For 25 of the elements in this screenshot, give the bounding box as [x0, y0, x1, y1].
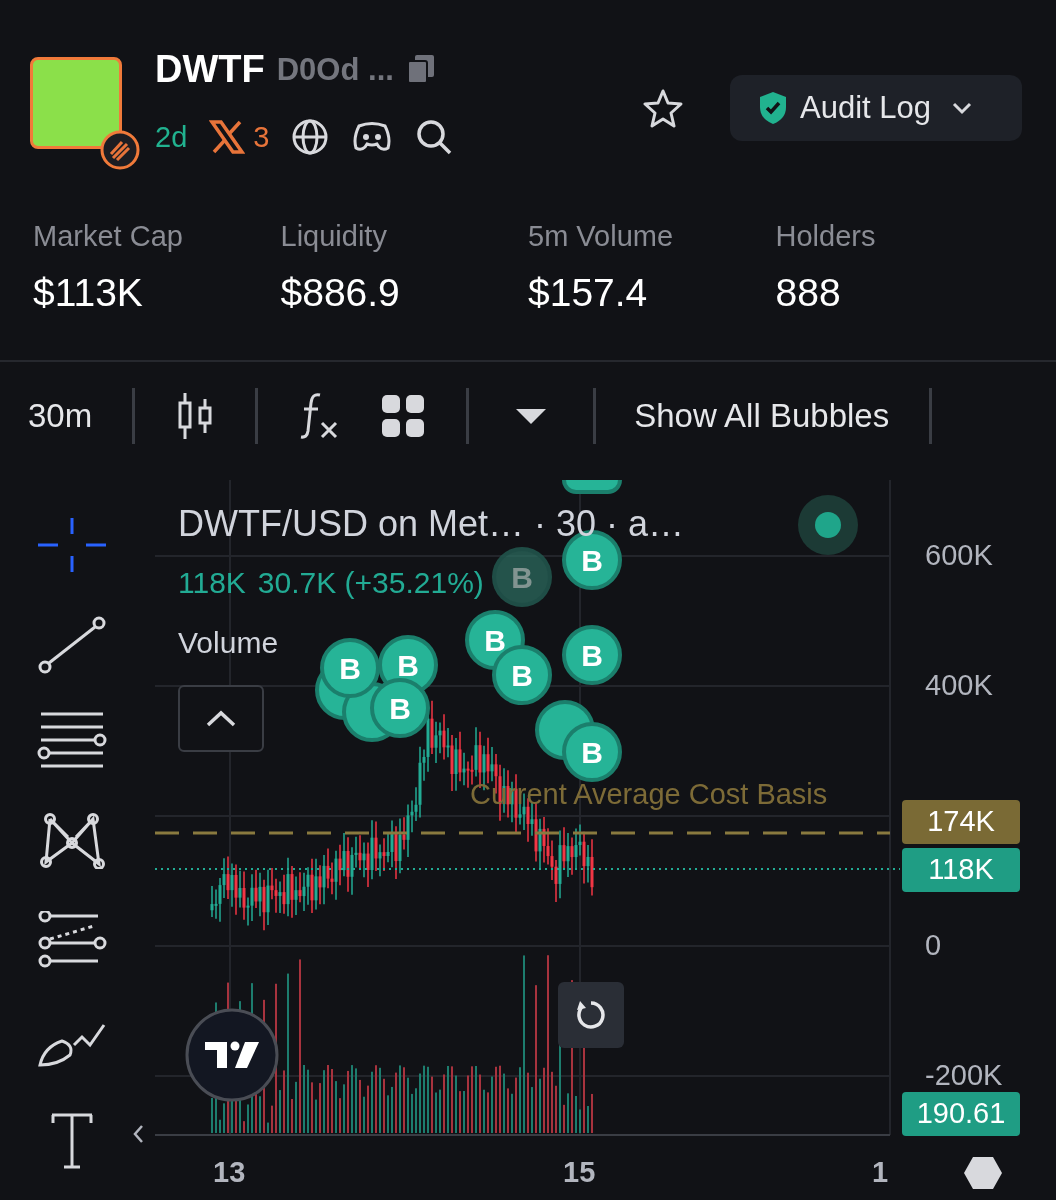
stat-label: Liquidity: [280, 222, 388, 251]
stat-label: 5m Volume: [528, 222, 675, 251]
y-axis-label: 400K: [925, 671, 993, 700]
stat-label: Market Cap: [33, 222, 184, 251]
token-age: 2d: [155, 122, 188, 152]
y-axis-label: 600K: [925, 541, 993, 570]
y-axis-label: -200K: [925, 1061, 1003, 1090]
x-axis-label: 13: [213, 1158, 246, 1187]
cost-basis-tag: 174K: [902, 800, 1020, 844]
x-axis-label: 1: [872, 1158, 889, 1187]
token-address: D0Od ...: [276, 53, 394, 85]
price-tag: 118K: [902, 848, 1020, 892]
stat-value: $886.9: [280, 273, 401, 312]
x-mention-count: 3: [253, 122, 270, 152]
token-symbol: DWTF: [155, 50, 265, 88]
stat-value: $113K: [33, 273, 144, 312]
volume-tag: 190.61: [902, 1092, 1020, 1136]
x-axis-label: 15: [563, 1158, 596, 1187]
last-price: 118K: [178, 568, 246, 598]
stat-value: 888: [775, 273, 842, 312]
volume-label: Volume: [178, 628, 279, 658]
stat-value: $157.4: [528, 273, 649, 312]
price-change: 30.7K (+35.21%): [257, 568, 484, 598]
stat-label: Holders: [775, 222, 877, 251]
y-axis-label: 0: [925, 931, 942, 960]
